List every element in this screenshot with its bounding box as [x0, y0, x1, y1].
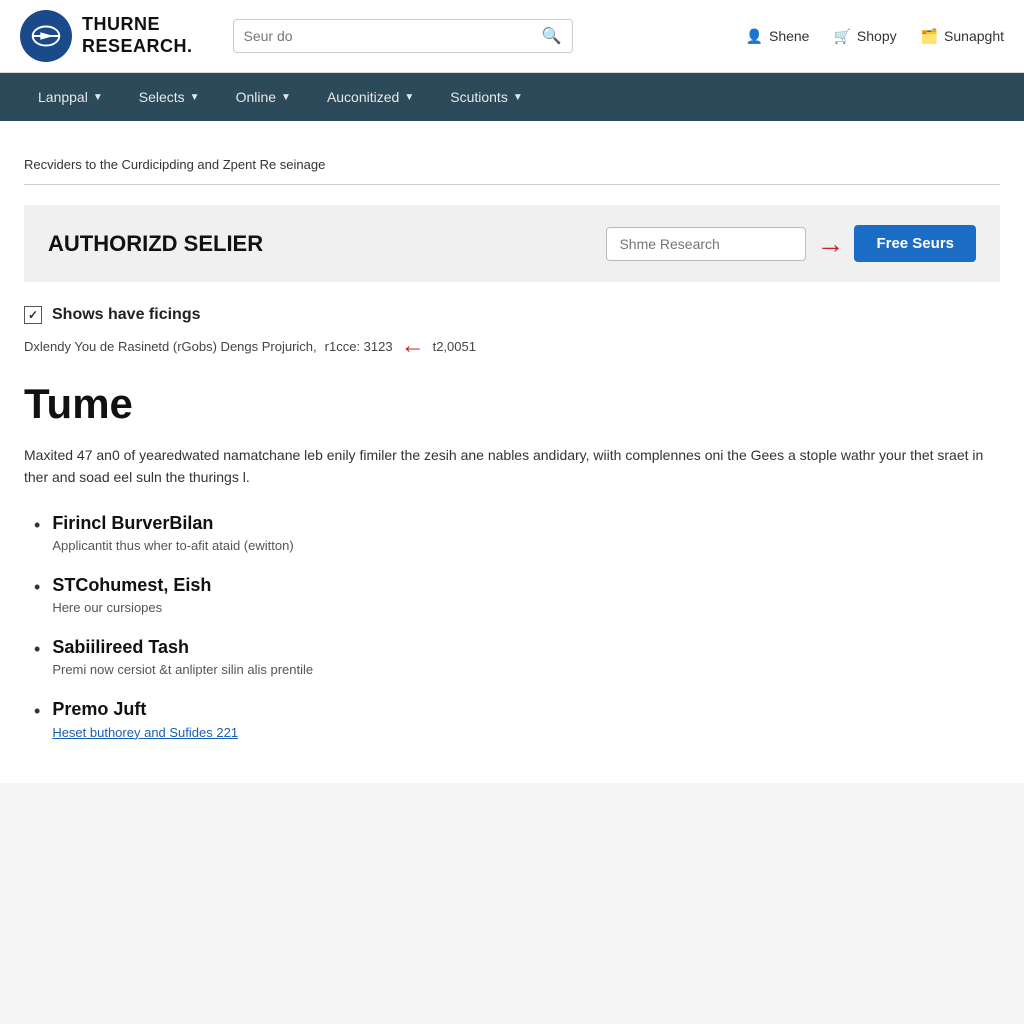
nav-selects-label: Selects [139, 89, 185, 105]
nav-lanppal-label: Lanppal [38, 89, 88, 105]
nav-item-auconitized[interactable]: Auconitized ▼ [309, 73, 432, 121]
search-bar: 🔍 [233, 19, 573, 53]
shows-desc-text: Dxlendy You de Rasinetd (rGobs) Dengs Pr… [24, 339, 317, 354]
list-item: • Sabiilireed Tash Premi now cersiot &t … [34, 637, 1000, 677]
list-item-title: Firincl BurverBilan [52, 513, 293, 534]
top-header: THURNE RESEARCH. 🔍 👤 Shene 🛒 Shopy 🗂️ Su… [0, 0, 1024, 73]
logo-icon [20, 10, 72, 62]
briefcase-icon: 🗂️ [921, 28, 938, 45]
nav-auconitized-label: Auconitized [327, 89, 399, 105]
bullet-icon: • [34, 575, 40, 600]
bullet-icon: • [34, 699, 40, 724]
shows-header: ✓ Shows have ficings [24, 306, 1000, 324]
chevron-down-icon: ▼ [404, 92, 414, 103]
nav-item-scutionts[interactable]: Scutionts ▼ [432, 73, 541, 121]
nav-item-selects[interactable]: Selects ▼ [121, 73, 218, 121]
list-item-subtitle: Here our cursiopes [52, 600, 211, 615]
list-item-content: Sabiilireed Tash Premi now cersiot &t an… [52, 637, 313, 677]
logo-text: THURNE RESEARCH. [82, 14, 193, 57]
shows-heading: Shows have ficings [52, 306, 200, 324]
chevron-down-icon: ▼ [190, 92, 200, 103]
list-item-title: STCohumest, Eish [52, 575, 211, 596]
user-icon: 👤 [746, 28, 763, 45]
chevron-down-icon: ▼ [513, 92, 523, 103]
breadcrumb: Recviders to the Curdicipding and Zpent … [24, 141, 1000, 184]
shows-description: Dxlendy You de Rasinetd (rGobs) Dengs Pr… [24, 332, 1000, 360]
list-item-title: Premo Juft [52, 699, 238, 720]
cart-icon: 🛒 [833, 28, 850, 45]
authorized-search-input[interactable] [606, 227, 806, 261]
nav-item-lanppal[interactable]: Lanppal ▼ [20, 73, 121, 121]
main-content: Recviders to the Curdicipding and Zpent … [0, 121, 1024, 783]
user-action[interactable]: 👤 Shene [746, 28, 810, 45]
list-item-subtitle: Premi now cersiot &t anlipter silin alis… [52, 662, 313, 677]
shows-desc-extra: r1cce: 3123 [325, 339, 393, 354]
shows-section: ✓ Shows have ficings Dxlendy You de Rasi… [24, 306, 1000, 360]
list-item-content: Firincl BurverBilan Applicantit thus whe… [52, 513, 293, 553]
list-item-title: Sabiilireed Tash [52, 637, 313, 658]
nav-bar: Lanppal ▼ Selects ▼ Online ▼ Auconitized… [0, 73, 1024, 121]
list-item-content: Premo Juft Heset buthorey and Sufides 22… [52, 699, 238, 741]
list-item-subtitle: Applicantit thus wher to-afit ataid (ewi… [52, 538, 293, 553]
list-item: • Firincl BurverBilan Applicantit thus w… [34, 513, 1000, 553]
free-search-button[interactable]: Free Seurs [854, 225, 976, 262]
nav-item-online[interactable]: Online ▼ [218, 73, 309, 121]
tume-title: Tume [24, 380, 1000, 428]
header-actions: 👤 Shene 🛒 Shopy 🗂️ Sunapght [746, 28, 1004, 45]
authorized-title: AUTHORIZD SELIER [48, 231, 263, 257]
list-item-link[interactable]: Heset buthorey and Sufides 221 [52, 725, 238, 740]
cart-action[interactable]: 🛒 Shopy [833, 28, 896, 45]
cart-label: Shopy [857, 28, 897, 44]
nav-scutionts-label: Scutionts [450, 89, 508, 105]
logo-area: THURNE RESEARCH. [20, 10, 193, 62]
list-section: • Firincl BurverBilan Applicantit thus w… [24, 513, 1000, 741]
bullet-icon: • [34, 637, 40, 662]
chevron-down-icon: ▼ [281, 92, 291, 103]
list-item-content: STCohumest, Eish Here our cursiopes [52, 575, 211, 615]
search-button[interactable]: 🔍 [542, 26, 562, 46]
shows-desc-end: t2,0051 [433, 339, 476, 354]
authorized-section: AUTHORIZD SELIER → Free Seurs [24, 205, 1000, 282]
briefcase-label: Sunapght [944, 28, 1004, 44]
arrow-left-icon: ← [401, 332, 425, 360]
search-input[interactable] [244, 28, 542, 44]
user-label: Shene [769, 28, 809, 44]
nav-online-label: Online [236, 89, 276, 105]
chevron-down-icon: ▼ [93, 92, 103, 103]
tume-description: Maxited 47 an0 of yearedwated namatchane… [24, 444, 1000, 489]
list-item: • Premo Juft Heset buthorey and Sufides … [34, 699, 1000, 741]
checkbox-icon[interactable]: ✓ [24, 306, 42, 324]
authorized-right: → Free Seurs [606, 225, 976, 262]
list-item: • STCohumest, Eish Here our cursiopes [34, 575, 1000, 615]
bullet-icon: • [34, 513, 40, 538]
divider [24, 184, 1000, 185]
arrow-right-icon: → [816, 228, 844, 260]
briefcase-action[interactable]: 🗂️ Sunapght [921, 28, 1004, 45]
